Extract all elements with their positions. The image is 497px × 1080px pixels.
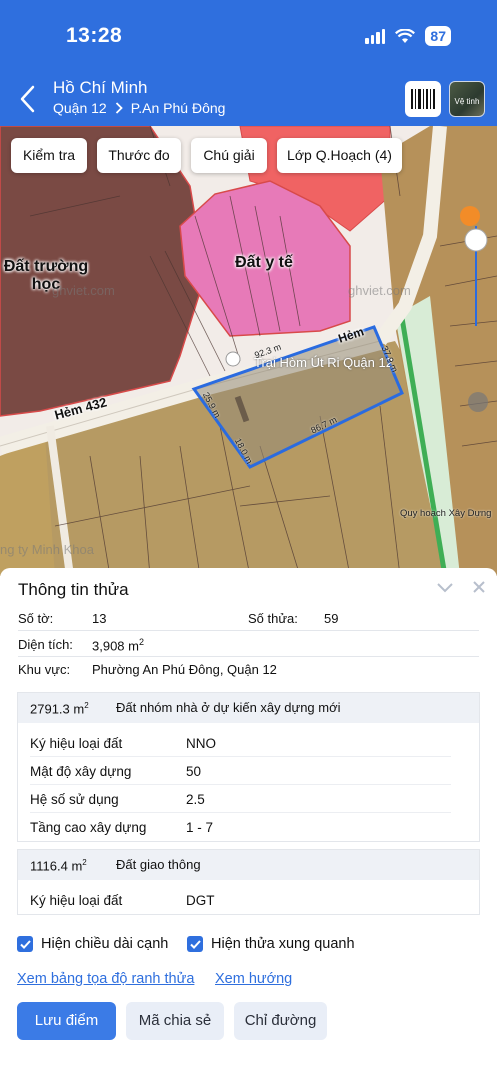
- close-button[interactable]: [472, 578, 486, 599]
- map-view[interactable]: Kiểm tra Thước đo Chú giải Lớp Q.Hoạch (…: [0, 126, 497, 576]
- collapse-button[interactable]: [436, 578, 454, 599]
- directions-button[interactable]: Chỉ đường: [234, 1002, 327, 1040]
- zone-row-key: Tầng cao xây dựng: [30, 820, 147, 835]
- watermark-left: ghviet.com: [52, 283, 115, 298]
- chevron-right-icon: [115, 102, 123, 114]
- zone-area-sup: 2: [84, 701, 89, 710]
- region-label: Khu vực:: [18, 662, 71, 677]
- map-label-medical: Đất y tế: [235, 254, 293, 271]
- area-unit-sup: 2: [138, 637, 144, 647]
- battery-indicator: 87: [425, 26, 451, 46]
- satellite-label: Vệ tinh: [454, 97, 480, 106]
- region-value: Phường An Phú Đông, Quận 12: [92, 662, 277, 677]
- chevron-left-icon: [20, 85, 35, 113]
- area-label: Diện tích:: [18, 637, 73, 652]
- breadcrumb-district[interactable]: Quận 12: [53, 100, 107, 116]
- panel-title: Thông tin thửa: [18, 580, 129, 599]
- zone-row-value: 50: [186, 764, 202, 779]
- zone-row-value: DGT: [186, 893, 215, 908]
- zone-area-number: 1116.4 m: [30, 858, 83, 874]
- zone-row-value: 1 - 7: [186, 820, 214, 835]
- map-label-planning: Quy hoạch Xây Dựng: [400, 508, 492, 519]
- zone-card-traffic: 1116.4 m2 Đất giao thông Ký hiệu loại đấ…: [17, 849, 480, 915]
- zone-row-value: NNO: [186, 736, 216, 751]
- measure-button[interactable]: Thước đo: [97, 138, 181, 173]
- show-edge-lengths-checkbox[interactable]: Hiện chiều dài cạnh: [17, 936, 168, 952]
- zone-row: Ký hiệu loại đất DGT: [18, 886, 479, 914]
- status-bar: 13:28 87: [0, 0, 497, 60]
- zone-row: Tầng cao xây dựng 1 - 7: [18, 813, 479, 841]
- map-label-company: ng ty Minh Khoa: [0, 542, 94, 557]
- save-point-button[interactable]: Lưu điểm: [17, 1002, 116, 1040]
- checkbox-label: Hiện thửa xung quanh: [211, 936, 355, 952]
- back-button[interactable]: [16, 84, 40, 114]
- zone-row: Mật độ xây dựng 50: [18, 757, 479, 785]
- share-code-button[interactable]: Mã chia sẻ: [126, 1002, 224, 1040]
- sheet-label: Số tờ:: [18, 611, 54, 626]
- watermark-right: ghviet.com: [348, 283, 411, 298]
- zone-row-key: Ký hiệu loại đất: [30, 893, 123, 908]
- zone-row: Hệ số sử dụng 2.5: [18, 785, 479, 813]
- header-bar: 13:28 87 Hồ Chí Minh Quận 12 P.An Phú Đô…: [0, 0, 497, 126]
- satellite-toggle[interactable]: Vệ tinh: [449, 81, 485, 117]
- close-icon: [473, 581, 485, 593]
- divider: [18, 630, 479, 631]
- signal-icon: [365, 28, 386, 44]
- parcel-value: 59: [324, 611, 339, 626]
- show-neighbors-checkbox[interactable]: Hiện thửa xung quanh: [187, 936, 355, 952]
- zone-area: 1116.4 m2: [30, 858, 87, 873]
- nav-row: Hồ Chí Minh Quận 12 P.An Phú Đông Vệ tin…: [0, 76, 497, 122]
- divider: [18, 656, 479, 657]
- status-icons: 87: [365, 26, 451, 46]
- chevron-down-icon: [437, 583, 453, 593]
- app-screen: 13:28 87 Hồ Chí Minh Quận 12 P.An Phú Đô…: [0, 0, 497, 1080]
- zone-name: Đất giao thông: [116, 857, 201, 872]
- area-number: 3,908 m: [92, 638, 139, 654]
- page-title: Hồ Chí Minh: [53, 78, 148, 97]
- zone-row-key: Hệ số sử dụng: [30, 792, 119, 807]
- barcode-button[interactable]: [405, 81, 441, 117]
- parcel-label: Số thửa:: [248, 611, 298, 626]
- checkbox-checked-icon: [187, 936, 203, 952]
- zone-area-sup: 2: [82, 858, 87, 867]
- status-time: 13:28: [66, 24, 123, 47]
- layers-button[interactable]: Lớp Q.Hoạch (4): [277, 138, 402, 173]
- zone-area: 2791.3 m2: [30, 701, 89, 716]
- map-label-place[interactable]: Trại Hòm Út Ri Quận 12: [254, 355, 393, 370]
- area-value: 3,908 m2: [92, 637, 144, 653]
- barcode-icon: [411, 89, 435, 109]
- zone-row: Ký hiệu loại đất NNO: [18, 729, 479, 757]
- zone-name: Đất nhóm nhà ở dự kiến xây dựng mới: [116, 700, 341, 715]
- breadcrumb-ward[interactable]: P.An Phú Đông: [131, 100, 226, 116]
- checkbox-checked-icon: [17, 936, 33, 952]
- direction-link[interactable]: Xem hướng: [215, 971, 292, 987]
- zone-header: 2791.3 m2 Đất nhóm nhà ở dự kiến xây dựn…: [18, 693, 479, 723]
- check-button[interactable]: Kiểm tra: [11, 138, 87, 173]
- wifi-icon: [395, 28, 416, 43]
- zone-row-key: Mật độ xây dựng: [30, 764, 132, 779]
- checkbox-label: Hiện chiều dài cạnh: [41, 936, 169, 952]
- zone-row-value: 2.5: [186, 792, 205, 807]
- legend-button[interactable]: Chú giải: [191, 138, 267, 173]
- zone-area-number: 2791.3 m: [30, 701, 85, 717]
- zone-header: 1116.4 m2 Đất giao thông: [18, 850, 479, 880]
- zone-card-residential: 2791.3 m2 Đất nhóm nhà ở dự kiến xây dựn…: [17, 692, 480, 842]
- coords-table-link[interactable]: Xem bảng tọa độ ranh thửa: [17, 971, 194, 987]
- breadcrumb: Quận 12 P.An Phú Đông: [53, 100, 225, 116]
- zone-row-key: Ký hiệu loại đất: [30, 736, 123, 751]
- sheet-value: 13: [92, 611, 107, 626]
